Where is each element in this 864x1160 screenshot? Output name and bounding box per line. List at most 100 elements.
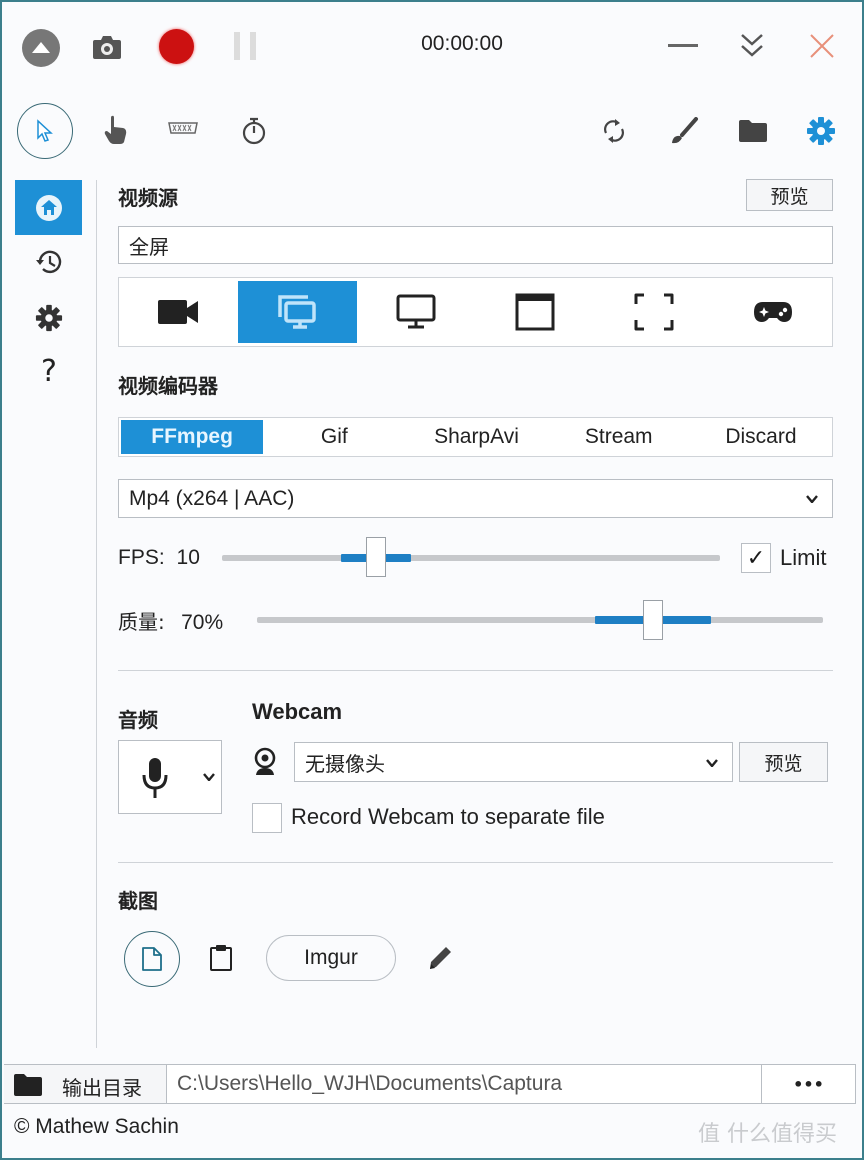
quality-slider[interactable] — [257, 600, 823, 642]
collapse-up-button[interactable] — [22, 29, 60, 67]
pause-icon — [234, 32, 240, 60]
tab-gif[interactable]: Gif — [263, 418, 405, 456]
section-divider — [118, 862, 833, 863]
camera-icon — [93, 36, 121, 59]
brush-button[interactable] — [666, 114, 702, 148]
browse-folder-button[interactable]: ••• — [761, 1064, 856, 1104]
microphone-dropdown[interactable] — [118, 740, 222, 814]
screenshot-button[interactable] — [90, 30, 124, 64]
separate-file-checkbox[interactable] — [252, 803, 282, 833]
tab-ffmpeg[interactable]: FFmpeg — [121, 420, 264, 454]
video-source-selector — [118, 277, 833, 347]
keystrokes-icon — [168, 122, 198, 134]
fps-slider-track — [222, 555, 720, 561]
refresh-button[interactable] — [598, 115, 630, 147]
output-folder-label: 输出目录 — [62, 1076, 142, 1100]
output-folder-bar: 输出目录 C:\Users\Hello_WJH\Documents\Captur… — [4, 1064, 856, 1104]
recording-timer: 00:00:00 — [421, 32, 503, 55]
save-to-disk-toggle[interactable] — [124, 931, 180, 987]
fps-slider-thumb[interactable] — [366, 537, 387, 577]
folder-icon — [739, 120, 767, 142]
sidebar-item-settings[interactable] — [32, 302, 66, 334]
brush-icon — [672, 117, 698, 144]
settings-gear-icon — [807, 117, 835, 145]
multi-screen-icon — [278, 295, 316, 329]
source-camera[interactable] — [119, 278, 238, 346]
captura-window: 00:00:00 ? 视频源 预览 全屏 视频编码器 FFmpeg Gif Sh… — [0, 0, 864, 1160]
source-multi-screen[interactable] — [237, 281, 357, 343]
timer-toggle[interactable] — [238, 114, 270, 148]
folder-icon — [14, 1074, 42, 1096]
source-window[interactable] — [475, 278, 594, 346]
source-game[interactable] — [713, 278, 832, 346]
expand-down-button[interactable] — [735, 30, 769, 62]
quality-slider-track — [257, 617, 823, 623]
open-folder-button[interactable] — [735, 114, 771, 148]
region-icon — [634, 293, 674, 331]
tab-discard[interactable]: Discard — [690, 418, 832, 456]
gear-icon — [35, 304, 63, 332]
webcam-title: Webcam — [252, 699, 343, 724]
quality-slider-thumb[interactable] — [643, 600, 664, 640]
chevron-down-icon — [203, 773, 215, 781]
limit-checkbox[interactable]: ✓ — [741, 543, 771, 573]
copyright-text: © Mathew Sachin — [14, 1115, 179, 1138]
chevron-down-icon — [806, 495, 818, 503]
clipboard-toggle[interactable] — [206, 942, 236, 974]
webcam-icon — [254, 747, 276, 775]
sidebar-item-history[interactable] — [32, 246, 66, 278]
editor-toggle[interactable] — [424, 942, 456, 974]
help-icon: ? — [41, 354, 57, 389]
video-source-field[interactable]: 全屏 — [118, 226, 833, 264]
close-button[interactable] — [806, 30, 838, 62]
chevron-down-icon — [706, 759, 718, 767]
format-dropdown[interactable]: Mp4 (x264 | AAC) — [118, 479, 833, 518]
audio-title: 音频 — [118, 708, 158, 732]
sidebar-item-home[interactable] — [15, 180, 82, 235]
gamepad-icon — [753, 302, 792, 322]
timer-icon — [242, 117, 266, 145]
fps-value: 10 — [176, 546, 200, 569]
output-folder-path[interactable]: C:\Users\Hello_WJH\Documents\Captura — [166, 1064, 762, 1104]
clipboard-icon — [210, 945, 232, 971]
webcam-dropdown[interactable]: 无摄像头 — [294, 742, 733, 782]
sidebar-divider — [96, 180, 97, 1048]
minimize-button[interactable] — [668, 44, 698, 47]
microphone-icon — [142, 758, 168, 798]
watermark: 值 什么值得买 — [698, 1122, 837, 1147]
monitor-icon — [396, 294, 436, 329]
tab-sharpavi[interactable]: SharpAvi — [405, 418, 547, 456]
cursor-icon — [37, 119, 53, 142]
video-source-title: 视频源 — [118, 186, 178, 210]
settings-button[interactable] — [804, 114, 838, 148]
cursor-toggle[interactable] — [17, 103, 73, 159]
separate-file-label: Record Webcam to separate file — [291, 804, 605, 829]
screenshot-title: 截图 — [118, 889, 158, 913]
encoder-tabs: FFmpeg Gif SharpAvi Stream Discard — [118, 417, 833, 457]
window-icon — [515, 293, 555, 331]
webcam-selected: 无摄像头 — [305, 751, 385, 776]
video-source-preview-button[interactable]: 预览 — [746, 179, 833, 211]
source-screen[interactable] — [357, 278, 476, 346]
record-button[interactable] — [159, 29, 194, 64]
video-encoder-title: 视频编码器 — [118, 374, 218, 398]
close-icon — [810, 34, 834, 58]
mouse-click-toggle[interactable] — [100, 112, 132, 148]
tab-stream[interactable]: Stream — [548, 418, 690, 456]
keystrokes-toggle[interactable] — [166, 117, 200, 139]
file-icon — [142, 947, 162, 971]
sidebar-item-help[interactable]: ? — [32, 354, 66, 394]
click-hand-icon — [104, 115, 127, 144]
fps-slider[interactable] — [222, 537, 720, 579]
expand-down-icon — [741, 34, 763, 57]
source-region[interactable] — [594, 278, 713, 346]
webcam-preview-button[interactable]: 预览 — [739, 742, 828, 782]
section-divider — [118, 670, 833, 671]
pencil-icon — [430, 947, 451, 969]
pause-button[interactable] — [233, 32, 259, 60]
quality-value: 70% — [181, 611, 224, 634]
imgur-button[interactable]: Imgur — [266, 935, 396, 981]
refresh-icon — [604, 119, 624, 143]
video-camera-icon — [158, 300, 199, 324]
quality-label: 质量: — [118, 610, 165, 634]
